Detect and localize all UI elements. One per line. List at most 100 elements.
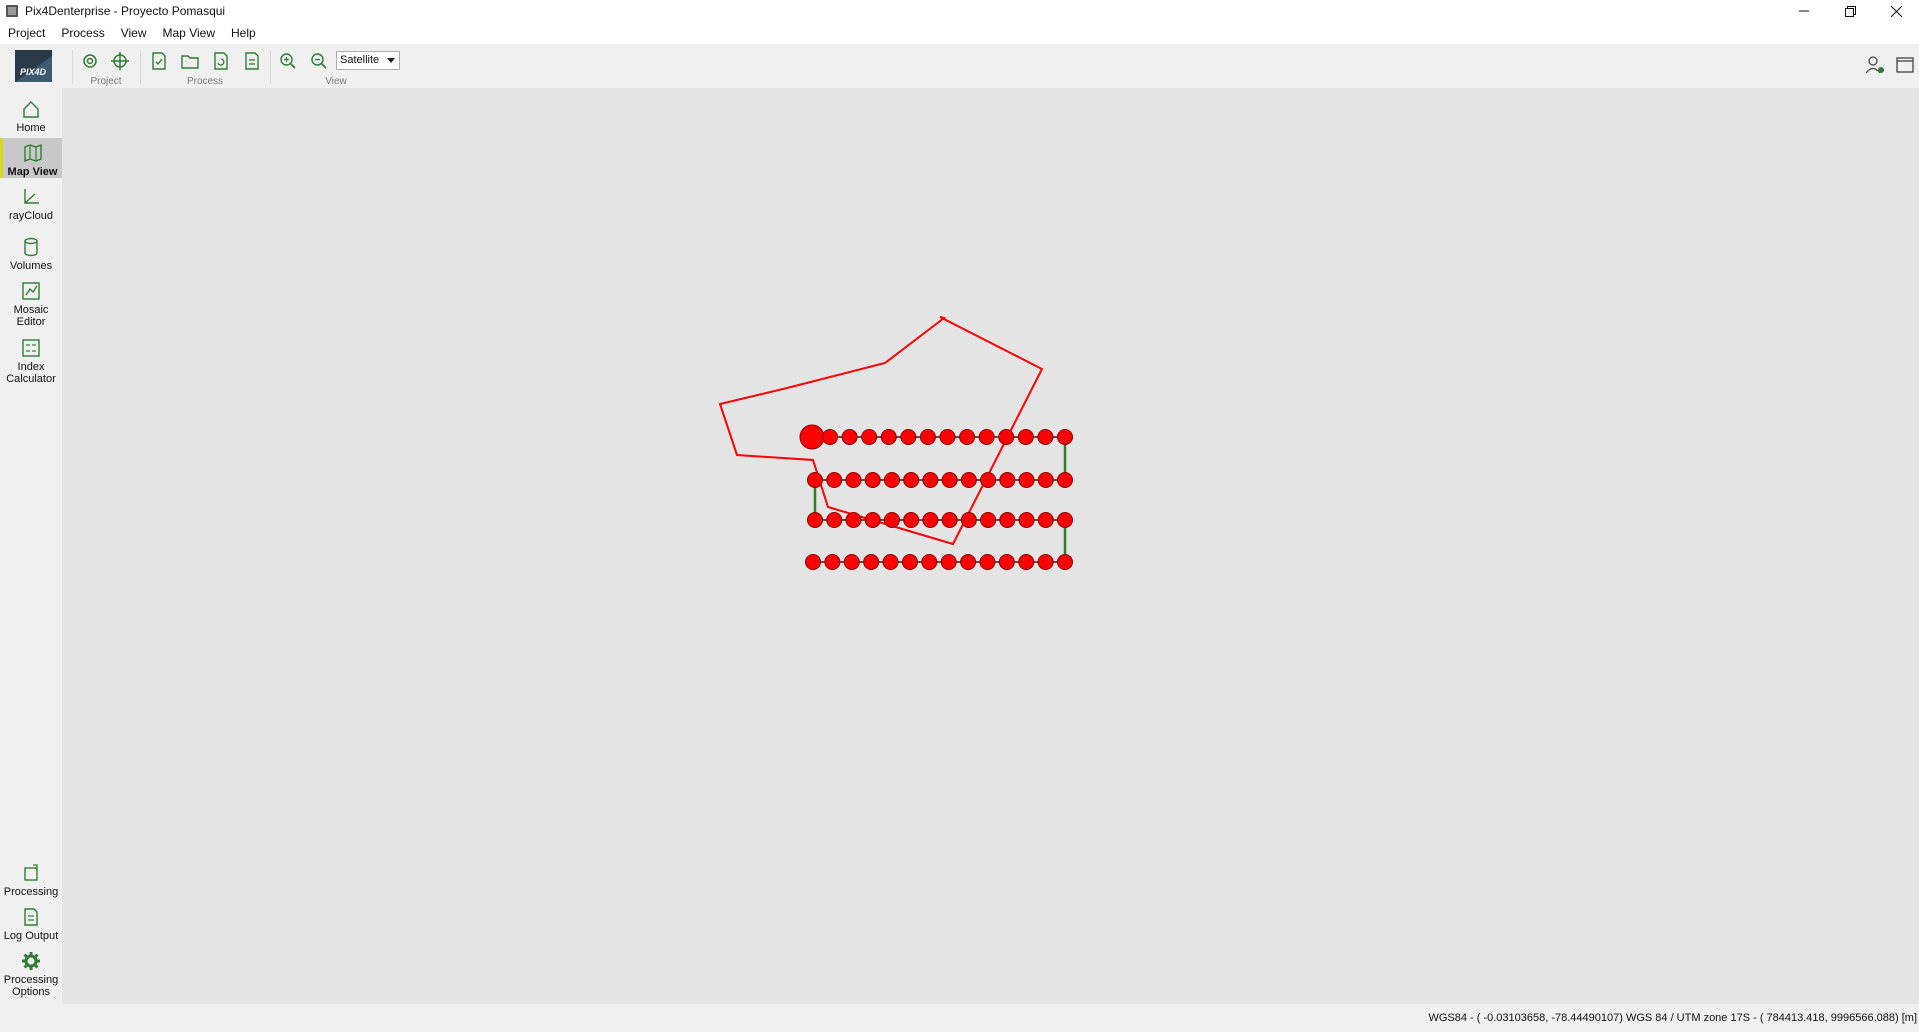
sidebar-item-label: Options — [12, 986, 50, 998]
image-position-marker[interactable] — [960, 512, 977, 528]
image-position-marker[interactable] — [978, 429, 995, 445]
zoom-in-button[interactable] — [277, 50, 299, 72]
image-position-marker[interactable] — [883, 512, 900, 528]
gear-icon — [22, 952, 40, 970]
sidebar-item-volumes[interactable]: Volumes — [0, 236, 62, 272]
account-button[interactable] — [1864, 54, 1886, 76]
image-position-marker[interactable] — [903, 512, 920, 528]
image-position-marker[interactable] — [959, 429, 976, 445]
image-position-marker[interactable] — [805, 554, 821, 570]
image-position-marker[interactable] — [1018, 472, 1035, 488]
image-position-marker[interactable] — [883, 472, 900, 488]
image-position-marker[interactable] — [940, 554, 957, 570]
image-position-marker[interactable] — [1057, 554, 1073, 570]
image-position-marker[interactable] — [826, 512, 843, 528]
menu-project[interactable]: Project — [0, 22, 53, 44]
home-icon — [23, 101, 39, 118]
image-position-marker[interactable] — [901, 554, 918, 570]
image-position-marker[interactable] — [941, 512, 958, 528]
image-position-marker[interactable] — [1057, 472, 1073, 488]
flight-start-point[interactable] — [799, 424, 825, 450]
sidebar-item-processing[interactable]: Processing — [0, 862, 62, 898]
sidebar-item-label: Processing — [3, 974, 59, 986]
sidebar-item-log-output[interactable]: Log Output — [0, 906, 62, 942]
image-position-marker[interactable] — [999, 512, 1016, 528]
image-position-marker[interactable] — [807, 472, 823, 488]
image-position-marker[interactable] — [922, 512, 939, 528]
image-position-marker[interactable] — [1037, 512, 1054, 528]
menu-view[interactable]: View — [113, 22, 155, 44]
image-position-marker[interactable] — [960, 472, 977, 488]
log-icon — [24, 908, 38, 926]
title-bar: Pix4Denterprise - Proyecto Pomasqui — [0, 0, 1919, 22]
zoom-in-icon — [280, 53, 296, 69]
image-position-marker[interactable] — [1018, 512, 1035, 528]
sidebar-item-index-calculator[interactable]: Index Calculator — [0, 337, 62, 385]
restore-icon — [1844, 5, 1856, 17]
image-position-marker[interactable] — [979, 554, 996, 570]
close-button[interactable] — [1873, 0, 1919, 22]
project-area-polygon[interactable] — [718, 316, 1044, 546]
image-position-marker[interactable] — [903, 472, 920, 488]
image-position-marker[interactable] — [939, 429, 956, 445]
image-position-marker[interactable] — [921, 554, 938, 570]
processing-icon — [24, 864, 38, 881]
image-position-marker[interactable] — [861, 429, 878, 445]
image-position-marker[interactable] — [998, 554, 1015, 570]
image-position-marker[interactable] — [922, 472, 939, 488]
toolbar-label-view: View — [325, 76, 347, 87]
app-icon — [6, 5, 18, 17]
image-position-marker[interactable] — [941, 472, 958, 488]
coordinates-readout: WGS84 - ( -0.03103658, -78.44490107) WGS… — [1428, 1012, 1917, 1024]
menu-process[interactable]: Process — [53, 22, 112, 44]
minimize-button[interactable] — [1781, 0, 1827, 22]
sidebar-item-label: Index — [17, 361, 45, 373]
menu-help[interactable]: Help — [223, 22, 264, 44]
image-position-marker[interactable] — [845, 512, 862, 528]
image-positions[interactable] — [799, 424, 1073, 570]
image-position-marker[interactable] — [919, 429, 936, 445]
image-position-marker[interactable] — [824, 554, 841, 570]
basemap-select[interactable]: Satellite — [336, 51, 400, 70]
image-position-marker[interactable] — [826, 472, 843, 488]
image-position-marker[interactable] — [880, 429, 897, 445]
close-icon — [1890, 5, 1902, 17]
sidebar-item-home[interactable]: Home — [0, 98, 62, 134]
image-position-marker[interactable] — [863, 554, 880, 570]
image-position-marker[interactable] — [843, 554, 860, 570]
image-position-marker[interactable] — [864, 472, 881, 488]
sidebar-item-mosaic-editor[interactable]: Mosaic Editor — [0, 280, 62, 328]
image-position-marker[interactable] — [807, 512, 823, 528]
menu-map-view[interactable]: Map View — [155, 22, 223, 44]
image-position-marker[interactable] — [841, 429, 858, 445]
zoom-out-button[interactable] — [308, 50, 330, 72]
map-canvas[interactable] — [62, 88, 1919, 1004]
image-position-marker[interactable] — [822, 429, 838, 445]
image-position-marker[interactable] — [1037, 429, 1054, 445]
image-position-marker[interactable] — [1037, 472, 1054, 488]
image-position-marker[interactable] — [882, 554, 899, 570]
image-position-marker[interactable] — [864, 512, 881, 528]
image-position-marker[interactable] — [845, 472, 862, 488]
image-position-marker[interactable] — [999, 472, 1016, 488]
menu-bar: Project Process View Map View Help — [0, 22, 1919, 44]
image-position-marker[interactable] — [1057, 512, 1073, 528]
toggle-panel-button[interactable] — [1894, 54, 1916, 76]
image-position-marker[interactable] — [998, 429, 1015, 445]
image-position-marker[interactable] — [980, 472, 997, 488]
sidebar-item-raycloud[interactable]: rayCloud — [0, 186, 62, 222]
axes-3d-icon — [24, 189, 39, 204]
flight-plan-layer[interactable] — [62, 88, 1919, 1004]
image-position-marker[interactable] — [960, 554, 977, 570]
sidebar-item-processing-options[interactable]: Processing Options — [0, 950, 62, 998]
sidebar-item-label: Map View — [7, 166, 58, 178]
image-position-marker[interactable] — [1057, 429, 1073, 445]
image-position-marker[interactable] — [1018, 554, 1035, 570]
image-position-marker[interactable] — [980, 512, 997, 528]
image-position-marker[interactable] — [1037, 554, 1054, 570]
sidebar-item-map-view[interactable]: Map View — [0, 138, 62, 178]
panel-icon — [1896, 57, 1914, 73]
restore-button[interactable] — [1827, 0, 1873, 22]
image-position-marker[interactable] — [1017, 429, 1034, 445]
image-position-marker[interactable] — [900, 429, 917, 445]
